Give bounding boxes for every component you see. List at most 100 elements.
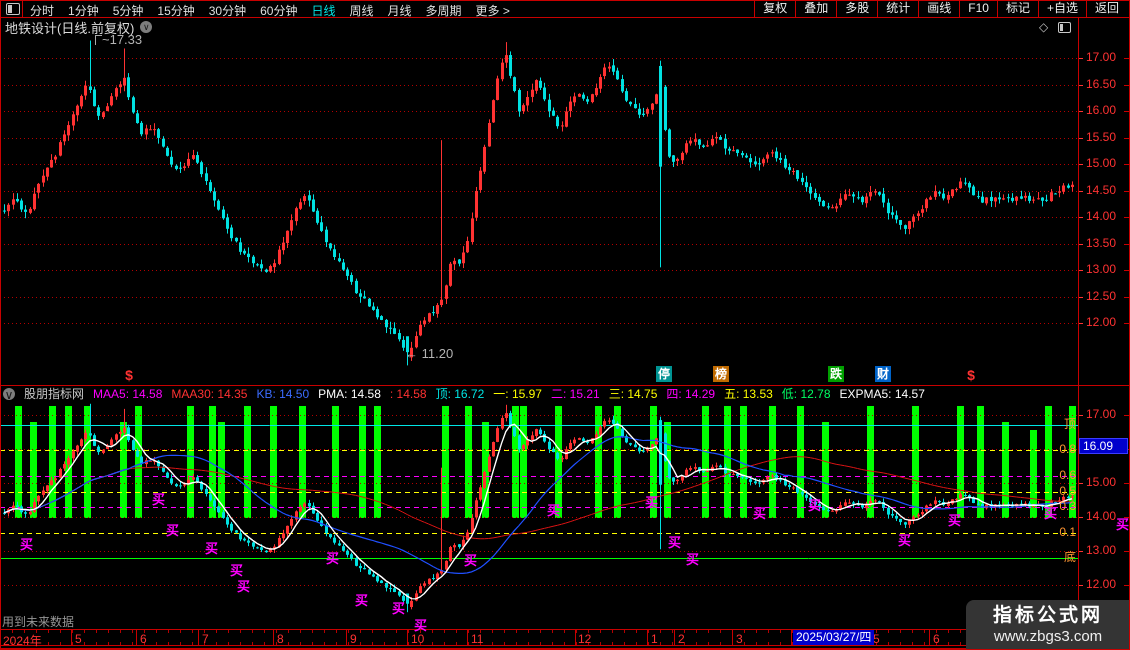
buy-signal-label: 买 <box>808 498 822 513</box>
indicator-axis-label: 15.00 <box>1086 475 1117 489</box>
date-label-2: 2 <box>678 632 685 646</box>
date-separator <box>575 630 576 645</box>
button-叠加[interactable]: 叠加 <box>795 0 836 17</box>
indicator-axis-tick-right <box>1124 585 1129 586</box>
button-统计[interactable]: 统计 <box>877 0 918 17</box>
high-annotation: ~ 17.33 <box>95 32 142 47</box>
date-separator <box>647 630 648 645</box>
buy-signal-label: 买 <box>948 513 962 528</box>
event-badge-财[interactable]: 财 <box>875 366 891 382</box>
indicator-axis-label: 14.00 <box>1086 509 1117 523</box>
date-separator <box>136 630 137 645</box>
date-separator <box>407 630 408 645</box>
diamond-icon[interactable]: ◇ <box>1039 20 1048 34</box>
date-ticks-top <box>0 630 1078 633</box>
buy-signal-label: 买 <box>20 537 34 552</box>
main-axis-label: 14.00 <box>1086 209 1117 223</box>
button-复权[interactable]: 复权 <box>754 0 795 17</box>
buy-signal-label: 买 <box>1044 506 1058 521</box>
main-axis-label: 15.50 <box>1086 129 1117 144</box>
buy-signal-label: 买 <box>326 551 340 566</box>
date-label-3: 3 <box>736 632 743 646</box>
toolbar-bottom-border <box>0 17 1130 18</box>
buy-signal-label: 买 <box>392 601 406 616</box>
indicator-axis-label: 13.00 <box>1086 543 1117 557</box>
buy-signal-label: 买 <box>152 492 166 507</box>
date-label-2024年: 2024年 <box>3 634 42 648</box>
main-axis-tick <box>1079 190 1083 192</box>
indicator-axis-label: 12.00 <box>1086 577 1117 591</box>
main-axis-tick <box>1079 164 1083 165</box>
indicator-param-二: 二: 15.21 <box>550 387 600 401</box>
main-axis-tick <box>1079 243 1083 245</box>
main-axis-tick <box>1079 111 1083 112</box>
main-axis-label: 12.50 <box>1086 288 1117 303</box>
event-badge-$[interactable]: $ <box>965 367 977 383</box>
button-返回[interactable]: 返回 <box>1085 0 1127 17</box>
level-label-0.1: 0.1 <box>1059 524 1076 539</box>
indicator-axis-tick <box>1079 483 1083 484</box>
main-axis-label: 14.50 <box>1086 182 1117 197</box>
indicator-param-PMA: PMA: 14.58 <box>318 387 381 401</box>
indicator-axis-tick <box>1079 415 1083 416</box>
main-candlestick-chart[interactable] <box>0 36 1078 386</box>
low-annotation: ← 11.20 <box>405 346 454 361</box>
button-多股[interactable]: 多股 <box>836 0 877 17</box>
window-split-icon[interactable] <box>6 3 20 15</box>
event-badge-$[interactable]: $ <box>123 367 135 383</box>
selected-date-badge: 2025/03/27/四 <box>793 630 875 645</box>
panel-split-icon[interactable] <box>1058 22 1071 33</box>
indicator-param-三: 三: 14.75 <box>608 387 658 401</box>
main-axis-label: 15.00 <box>1086 156 1117 170</box>
axis-vertical-border <box>1078 18 1079 630</box>
indicator-param-一: 一: 15.97 <box>493 387 542 401</box>
date-separator <box>732 630 733 645</box>
date-label-9: 9 <box>350 632 357 646</box>
buy-signal-label: 买 <box>686 552 700 567</box>
button-画线[interactable]: 画线 <box>918 0 959 17</box>
button-标记[interactable]: 标记 <box>996 0 1038 17</box>
button-+自选[interactable]: +自选 <box>1037 0 1086 17</box>
indicator-axis-tick <box>1079 517 1083 518</box>
indicator-axis-tick <box>1079 585 1083 586</box>
indicator-param-顶: 顶: 16.72 <box>435 387 485 401</box>
main-axis-tick <box>1079 270 1083 271</box>
main-axis-label: 13.00 <box>1086 262 1117 276</box>
buy-signal-label: 买 <box>753 506 767 521</box>
main-axis-label: 16.00 <box>1086 103 1117 117</box>
toolbar-divider <box>22 0 23 17</box>
indicator-header: ∨ 股朋指标网 MAA5: 14.58 MAA30: 14.35 KB: 14.50… <box>3 387 931 402</box>
date-axis-top-border <box>0 629 1130 630</box>
indicator-source-label: 股朋指标网 <box>24 387 85 401</box>
buy-signal-label: 买 <box>898 533 912 548</box>
level-label-顶: 顶 <box>1063 416 1076 431</box>
indicator-param-EXPMA5: EXPMA5: 14.57 <box>839 387 925 401</box>
button-F10[interactable]: F10 <box>959 0 997 17</box>
indicator-chart[interactable] <box>0 386 1078 630</box>
buy-signal-label: 买 <box>230 563 244 578</box>
main-axis-tick-right <box>1124 137 1129 139</box>
main-axis-tick <box>1079 137 1083 139</box>
main-axis-tick <box>1079 296 1083 298</box>
event-badge-停[interactable]: 停 <box>656 366 672 382</box>
date-separator <box>929 630 930 645</box>
chevron-down-icon[interactable]: ∨ <box>3 388 15 402</box>
level-label-0.5: 0.5 <box>1059 483 1076 498</box>
main-axis-tick-right <box>1124 190 1129 192</box>
main-axis-tick-right <box>1124 84 1129 86</box>
main-axis-tick-right <box>1124 323 1129 324</box>
date-label-8: 8 <box>277 632 284 646</box>
date-label-7: 7 <box>202 632 209 646</box>
left-arrow-icon: ← <box>405 346 418 361</box>
main-axis-tick-right <box>1124 58 1129 59</box>
event-badge-榜[interactable]: 榜 <box>713 366 729 382</box>
bottom-strip-border <box>0 648 1130 649</box>
event-badge-跌[interactable]: 跌 <box>828 366 844 382</box>
buy-signal-label: 买 <box>547 503 561 518</box>
future-data-warning: 用到未来数据 <box>2 615 75 629</box>
date-separator <box>674 630 675 645</box>
date-label-11: 11 <box>471 632 484 646</box>
main-axis-label: 13.50 <box>1086 235 1117 250</box>
indicator-axis-tick-right <box>1124 415 1129 416</box>
current-value-badge: 16.09 <box>1079 438 1128 454</box>
